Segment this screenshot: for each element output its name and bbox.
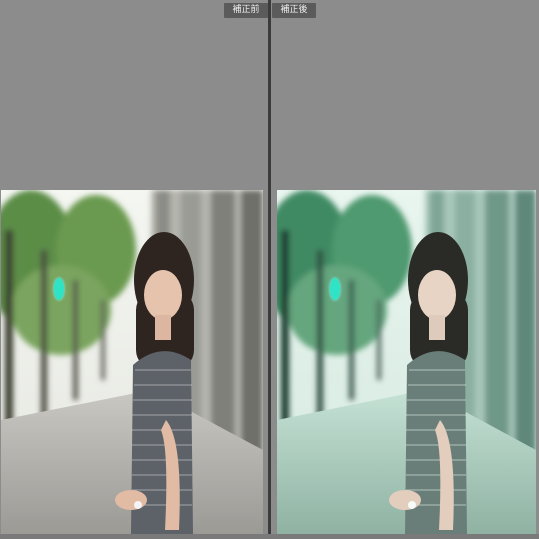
status-bar (0, 534, 539, 539)
before-photo (1, 190, 263, 534)
after-photo-canvas (277, 190, 536, 534)
before-label: 補正前 (224, 3, 268, 18)
after-photo (277, 190, 536, 534)
color-picker-marker-before[interactable] (54, 278, 64, 300)
after-label: 補正後 (272, 3, 316, 18)
before-photo-canvas (1, 190, 263, 534)
split-divider[interactable] (268, 0, 271, 539)
color-picker-marker-after[interactable] (330, 278, 340, 300)
